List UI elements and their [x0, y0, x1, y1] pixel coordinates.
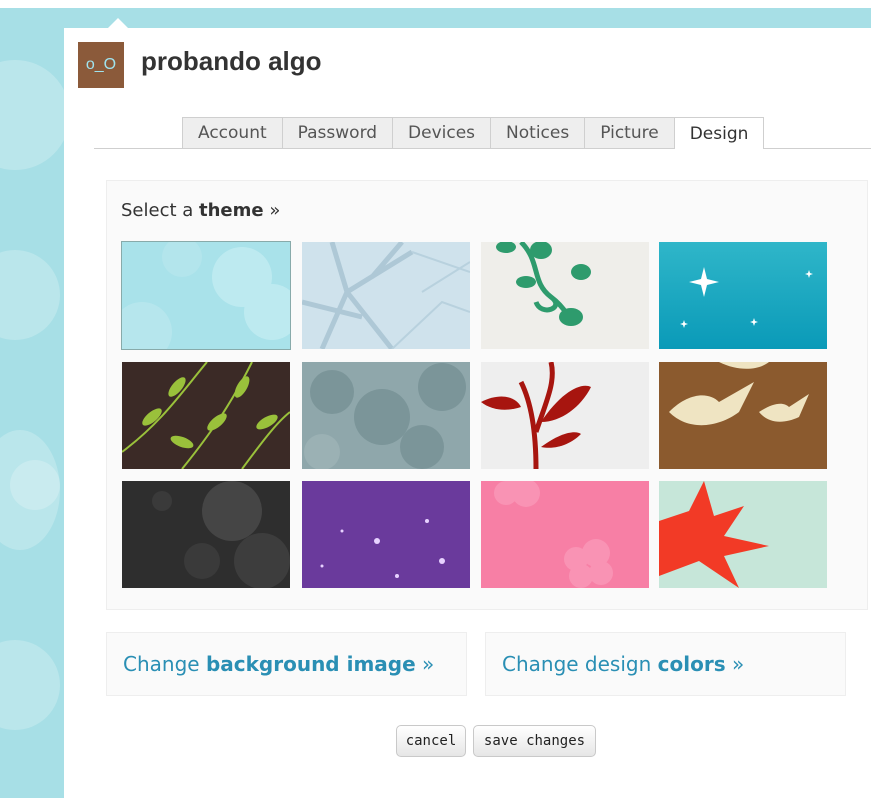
theme-heading-prefix: Select a [121, 200, 194, 221]
background-prefix: Change [123, 652, 200, 676]
page-title: probando algo [141, 46, 322, 76]
background-cloud [0, 640, 60, 730]
theme-swatch-bare-branches[interactable] [302, 242, 470, 349]
tab-account[interactable]: Account [182, 117, 283, 148]
avatar-text: o_O [85, 56, 117, 73]
sky-clouds-image [122, 242, 290, 349]
colors-prefix: Change design [502, 652, 652, 676]
theme-heading-bold: theme [199, 200, 264, 221]
theme-swatch-green-vine[interactable] [481, 242, 649, 349]
background-cloud [0, 60, 70, 170]
theme-heading-suffix: » [269, 200, 281, 221]
pink-flowers-image [481, 481, 649, 588]
turquoise-stars-image [659, 242, 827, 349]
theme-swatch-brown-leaves[interactable] [122, 362, 290, 469]
dark-foliage-image [122, 481, 290, 588]
cancel-button[interactable]: cancel [396, 725, 466, 757]
change-design-colors-link[interactable]: Change design colors » [485, 632, 846, 696]
brown-birds-image [659, 362, 827, 469]
red-maple-image [659, 481, 827, 588]
background-cloud [10, 460, 60, 510]
colors-bold: colors [657, 652, 726, 676]
tab-password[interactable]: Password [282, 117, 394, 148]
theme-swatch-sky-clouds[interactable] [121, 241, 291, 350]
avatar: o_O [78, 42, 124, 88]
grey-foliage-image [302, 362, 470, 469]
save-changes-button[interactable]: save changes [473, 725, 596, 757]
top-strip [0, 0, 871, 8]
theme-swatch-dark-foliage[interactable] [122, 481, 290, 588]
theme-swatch-red-maple[interactable] [659, 481, 827, 588]
change-background-image-link[interactable]: Change background image » [106, 632, 467, 696]
theme-swatch-grey-foliage[interactable] [302, 362, 470, 469]
card-notch [108, 18, 128, 28]
background-cloud [0, 250, 60, 340]
theme-swatch-turquoise-stars[interactable] [659, 242, 827, 349]
tab-devices[interactable]: Devices [393, 117, 492, 148]
tab-notices[interactable]: Notices [491, 117, 586, 148]
background-suffix: » [422, 652, 435, 676]
colors-suffix: » [731, 652, 745, 676]
tab-design[interactable]: Design [674, 117, 765, 149]
bare-branches-image [302, 242, 470, 349]
brown-leaves-image [122, 362, 290, 469]
settings-tabs: Account Password Devices Notices Picture… [182, 117, 765, 149]
background-bold: background image [205, 652, 416, 676]
red-plant-image [481, 362, 649, 469]
tab-picture[interactable]: Picture [585, 117, 675, 148]
theme-heading: Select a theme » [121, 200, 280, 221]
theme-swatch-pink-flowers[interactable] [481, 481, 649, 588]
purple-sparkles-image [302, 481, 470, 588]
green-vine-image [481, 242, 649, 349]
theme-swatch-red-plant[interactable] [481, 362, 649, 469]
theme-swatch-purple-sparkles[interactable] [302, 481, 470, 588]
theme-swatch-brown-birds[interactable] [659, 362, 827, 469]
